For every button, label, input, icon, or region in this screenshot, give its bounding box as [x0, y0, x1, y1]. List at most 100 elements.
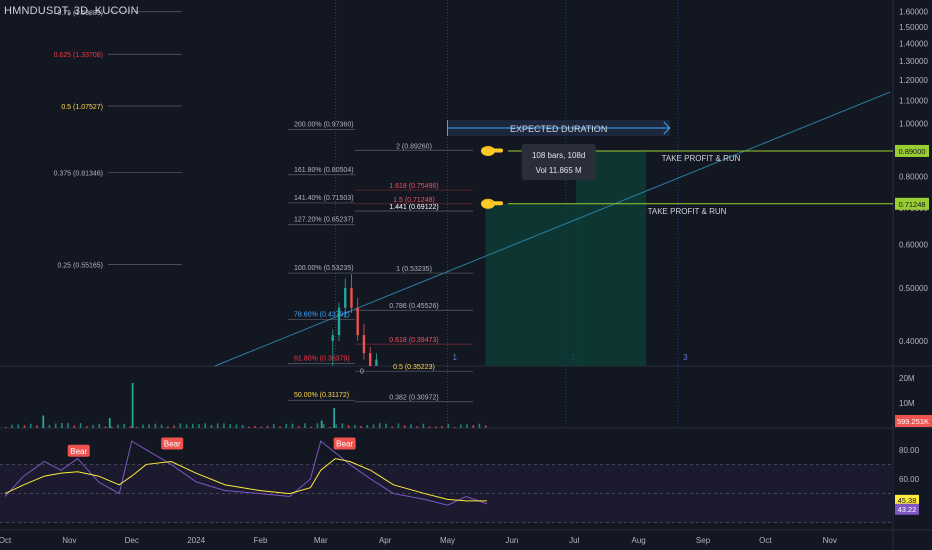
volume-bar [378, 423, 381, 428]
fib-level-label: 100.00% (0.53235) [294, 265, 354, 272]
fib-level-label: 200.00% (0.97360) [294, 122, 354, 129]
time-tick-label: Jun [505, 536, 518, 545]
volume-bar [223, 423, 225, 428]
volume-bar [167, 426, 169, 428]
volume-bar [67, 423, 69, 428]
time-tick-label: Nov [823, 536, 837, 545]
volume-bar [154, 423, 157, 428]
price-tick-label: 0.40000 [899, 337, 928, 346]
candle-body [350, 287, 353, 308]
volume-bar [472, 425, 475, 428]
volume-bar [204, 423, 207, 428]
volume-bar [216, 423, 219, 428]
volume-bar [316, 423, 319, 428]
time-tick-label: Feb [254, 536, 268, 545]
volume-spike [42, 415, 45, 428]
volume-bar [92, 424, 94, 428]
volume-bar [135, 426, 138, 428]
time-tick-label: 2024 [187, 536, 205, 545]
duration-vol-text: Vol 11.865 M [536, 166, 582, 175]
volume-bar [266, 425, 269, 428]
time-tick-label: May [440, 536, 455, 545]
fib-level-label: 141.40% (0.71503) [294, 195, 354, 202]
price-tick-label: 1.20000 [899, 76, 928, 85]
volume-bar [397, 423, 400, 428]
volume-spike [320, 420, 323, 428]
volume-bar [329, 426, 331, 428]
volume-bar [372, 424, 375, 428]
target-zone-2 [575, 150, 647, 366]
fib-level-label: 0 [360, 368, 364, 375]
fib-level-label: 1.618 (0.75496) [389, 183, 438, 190]
price-tick-label: 1.00000 [899, 119, 928, 128]
bear-label-text: Bear [164, 439, 181, 448]
volume-bar [142, 424, 144, 428]
fib-level-label: 0.786 (0.45526) [389, 303, 438, 310]
volume-bar [459, 424, 462, 428]
bear-label-text: Bear [70, 447, 87, 456]
volume-bar [347, 425, 350, 428]
fib-level-label: 0.5 (0.35223) [393, 364, 435, 371]
volume-bar [191, 423, 194, 428]
price-tick-label: 1.30000 [899, 57, 928, 66]
volume-bar [484, 425, 487, 428]
price-tick-label: 0.60000 [899, 241, 928, 250]
symbol-title: HMNDUSDT, 3D, KUCOIN [4, 5, 139, 17]
volume-bar [478, 423, 481, 428]
price-tick-label: 1.50000 [899, 23, 928, 32]
volume-bar [285, 423, 288, 428]
fib-level-label: 0.382 (0.30972) [389, 395, 438, 402]
volume-bar [260, 426, 263, 428]
volume-bar [360, 425, 362, 428]
fib-level-label: 0.5 (1.07527) [61, 104, 103, 111]
time-tick-label: Oct [759, 536, 772, 545]
rsi-badge-label: 43.22 [898, 505, 917, 514]
fib-level-label: 0.618 (0.39473) [389, 337, 438, 344]
bear-label-text: Bear [336, 439, 353, 448]
volume-bar [310, 426, 312, 428]
duration-title: EXPECTED DURATION [510, 124, 607, 134]
chart-canvas[interactable]: 0.400000.500000.600000.700000.800000.900… [0, 0, 932, 550]
volume-bar [79, 423, 82, 428]
volume-bar [179, 423, 182, 428]
price-badge-label: 0.71248 [898, 200, 925, 209]
volume-bar [117, 424, 119, 428]
price-tick-label: 1.60000 [899, 8, 928, 17]
volume-bar [279, 426, 281, 428]
candle-body [337, 307, 341, 336]
hand-finger [492, 201, 503, 206]
time-tick-label: Nov [62, 536, 76, 545]
volume-badge-label: 599.251K [897, 417, 929, 426]
volume-bar [428, 426, 431, 428]
volume-axis-label: 20M [899, 374, 915, 383]
volume-bar [447, 423, 450, 428]
volume-bar [341, 423, 344, 428]
volume-bar [235, 424, 238, 428]
fib-level-label: 1.441 (0.69122) [389, 204, 438, 211]
rsi-ma-badge-label: 45.38 [898, 496, 917, 505]
candle-body [368, 353, 372, 366]
volume-bar [36, 425, 38, 428]
target-label: TAKE PROFIT & RUN [648, 207, 727, 216]
volume-bar [453, 426, 456, 428]
volume-bar [73, 425, 76, 428]
duration-bars-text: 108 bars, 108d [532, 151, 585, 160]
volume-bar [385, 423, 387, 428]
volume-bar [123, 423, 126, 428]
volume-bar [254, 425, 256, 428]
volume-bar [416, 426, 418, 428]
volume-bar [441, 425, 443, 428]
candle-body [356, 307, 359, 336]
rsi-axis-label: 60.00 [899, 475, 920, 484]
volume-bar [17, 424, 20, 428]
volume-bar [198, 424, 200, 428]
price-tick-label: 1.10000 [899, 97, 928, 106]
price-tick-label: 1.40000 [899, 39, 928, 48]
volume-bar [354, 424, 356, 428]
volume-bar [5, 427, 7, 428]
volume-bar [173, 425, 175, 428]
volume-bar [241, 424, 244, 428]
fib-level-label: 0.25 (0.55165) [57, 263, 103, 270]
volume-bar [129, 426, 132, 428]
volume-bar [248, 426, 250, 428]
